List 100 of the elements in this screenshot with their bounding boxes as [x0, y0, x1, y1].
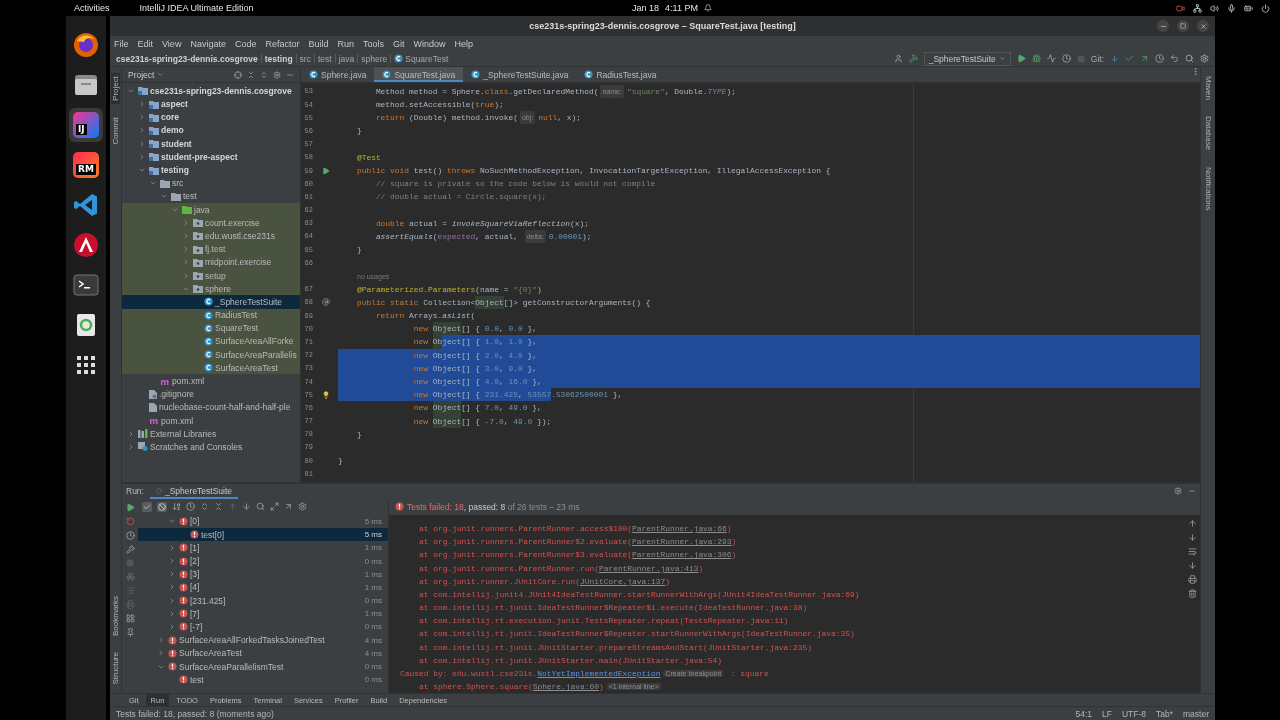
tree-item[interactable]: test	[122, 189, 300, 203]
tool-window-tab[interactable]: Bookmarks	[111, 592, 120, 639]
status-item[interactable]: LF	[1102, 708, 1112, 719]
settings-icon[interactable]	[1174, 487, 1182, 496]
tree-item[interactable]: sphere	[122, 282, 300, 296]
status-item[interactable]: Tab*	[1156, 708, 1173, 719]
run-icon[interactable]	[1016, 54, 1026, 64]
show-ignored-toggle[interactable]	[157, 501, 167, 512]
previous-icon[interactable]	[228, 502, 237, 512]
configuration-tab[interactable]: _SphereTestSuite	[149, 483, 239, 499]
at-sign-icon[interactable]	[321, 298, 330, 307]
tree-item[interactable]: nucleobase-count-half-and-half-ple	[122, 400, 300, 414]
editor-tab[interactable]: SquareTest.java	[374, 67, 464, 83]
tree-node[interactable]: [231.425] 0 ms	[138, 594, 388, 608]
close-button[interactable]	[1197, 20, 1209, 32]
sort-icon[interactable]	[172, 502, 181, 512]
tree-node[interactable]: [0] 5 ms	[138, 514, 388, 529]
clock-text[interactable]: 4:11 PM	[665, 3, 698, 13]
tool-window-tab[interactable]: Maven	[1203, 73, 1213, 104]
print-icon[interactable]	[1187, 574, 1197, 584]
search-icon[interactable]	[1185, 54, 1194, 64]
sort-duration-icon[interactable]	[186, 502, 195, 512]
menu-item[interactable]: Refactor	[265, 38, 300, 49]
clear-icon[interactable]	[1187, 588, 1197, 598]
debug-icon[interactable]	[1031, 54, 1041, 64]
settings-icon[interactable]	[273, 70, 281, 79]
tree-item[interactable]: Scratches and Consoles	[122, 440, 300, 454]
wrench-icon[interactable]	[125, 544, 135, 554]
tool-window-tab[interactable]: Database	[1203, 113, 1213, 154]
tool-window-tab[interactable]: Project	[111, 73, 120, 105]
commit-icon[interactable]	[1125, 54, 1134, 64]
status-item[interactable]: 54:1	[1075, 708, 1092, 719]
breadcrumb[interactable]: testing	[264, 53, 293, 64]
breadcrumb[interactable]: cse231s-spring23-dennis.cosgrove	[116, 53, 258, 64]
breadcrumb[interactable]: SquareTest	[394, 53, 449, 64]
rerun-failed-icon[interactable]	[125, 516, 135, 526]
editor-tab[interactable]: Sphere.java	[301, 67, 375, 83]
locate-icon[interactable]	[234, 70, 242, 79]
push-icon[interactable]	[1140, 54, 1149, 64]
tree-node[interactable]: [1] 1 ms	[138, 541, 388, 555]
rollback-icon[interactable]	[1170, 54, 1179, 64]
menu-item[interactable]: Help	[454, 38, 474, 49]
tree-node[interactable]: [4] 1 ms	[138, 580, 388, 594]
tree-item[interactable]: core	[122, 110, 300, 124]
tree-node[interactable]: [-7] 0 ms	[138, 620, 388, 634]
list-icon[interactable]	[125, 585, 135, 595]
tool-window-tab[interactable]: Structure	[111, 648, 120, 688]
menu-item[interactable]: Edit	[137, 38, 154, 49]
scroll-to-end-icon[interactable]	[1187, 560, 1197, 570]
maximize-button[interactable]	[1177, 20, 1189, 32]
tree-item[interactable]: _SphereTestSuite	[122, 295, 300, 309]
status-item[interactable]: master	[1183, 708, 1209, 719]
history-icon[interactable]	[1155, 54, 1164, 64]
tree-item[interactable]: testing	[122, 163, 300, 177]
menu-item[interactable]: Code	[234, 38, 257, 49]
app-menu[interactable]: IntelliJ IDEA Ultimate Edition	[139, 3, 254, 13]
pin-icon[interactable]	[125, 627, 135, 637]
tree-node[interactable]: SurfaceAreaTest 4 ms	[138, 646, 388, 660]
rerun-icon[interactable]	[125, 502, 135, 512]
breadcrumb[interactable]: java	[338, 53, 355, 64]
tool-window-tab[interactable]: Commit	[111, 114, 120, 148]
tree-node[interactable]: [3] 1 ms	[138, 567, 388, 581]
grid-icon[interactable]	[125, 613, 135, 623]
power-icon[interactable]	[1261, 3, 1270, 13]
run-config-dropdown[interactable]: _SphereTestSuite	[923, 51, 1011, 66]
tree-item[interactable]: .gitignore	[122, 387, 300, 401]
tree-item[interactable]: count.exercise	[122, 216, 300, 230]
collapse-all-icon[interactable]	[247, 70, 255, 79]
build-icon[interactable]	[908, 54, 918, 64]
down-icon[interactable]	[1187, 532, 1197, 542]
menu-item[interactable]: Build	[308, 38, 329, 49]
date-text[interactable]: Jan 18	[632, 3, 660, 13]
breadcrumb[interactable]: test	[317, 53, 332, 64]
menu-item[interactable]: Git	[393, 38, 405, 49]
settings-icon[interactable]	[298, 502, 307, 512]
tree-item[interactable]: cse231s-spring23-dennis.cosgrove	[122, 84, 300, 98]
tree-node[interactable]: [7] 1 ms	[138, 607, 388, 621]
menu-item[interactable]: Window	[413, 38, 446, 49]
lightbulb-icon[interactable]	[321, 390, 330, 399]
menu-item[interactable]: View	[162, 38, 182, 49]
status-item[interactable]: UTF-8	[1121, 708, 1146, 719]
tree-item[interactable]: pom.xml	[122, 374, 300, 388]
tree-node[interactable]: SurfaceAreaAllForkedTasksJoinedTest 4 ms	[138, 633, 388, 647]
tree-item[interactable]: student	[122, 137, 300, 151]
expand-all-icon[interactable]	[260, 70, 268, 79]
menu-item[interactable]: Run	[337, 38, 354, 49]
editor-tab[interactable]: _SphereTestSuite.java	[463, 67, 577, 83]
history-search-icon[interactable]	[256, 502, 265, 512]
soft-wrap-icon[interactable]	[1187, 546, 1197, 556]
up-icon[interactable]	[1187, 518, 1197, 528]
tree-node[interactable]: [2] 0 ms	[138, 554, 388, 568]
tree-node[interactable]: test 0 ms	[138, 673, 388, 687]
tree-item[interactable]: java	[122, 203, 300, 217]
tree-node[interactable]: test[0] 5 ms	[138, 528, 388, 542]
update-icon[interactable]	[1110, 54, 1119, 64]
tree-item[interactable]: External Libraries	[122, 427, 300, 441]
editor-tab[interactable]: RadiusTest.java	[576, 67, 665, 83]
tree-item[interactable]: SurfaceAreaTest	[122, 361, 300, 375]
tree-item[interactable]: student-pre-aspect	[122, 150, 300, 164]
status-message[interactable]: Tests failed: 18, passed: 8 (moments ago)	[116, 708, 274, 719]
